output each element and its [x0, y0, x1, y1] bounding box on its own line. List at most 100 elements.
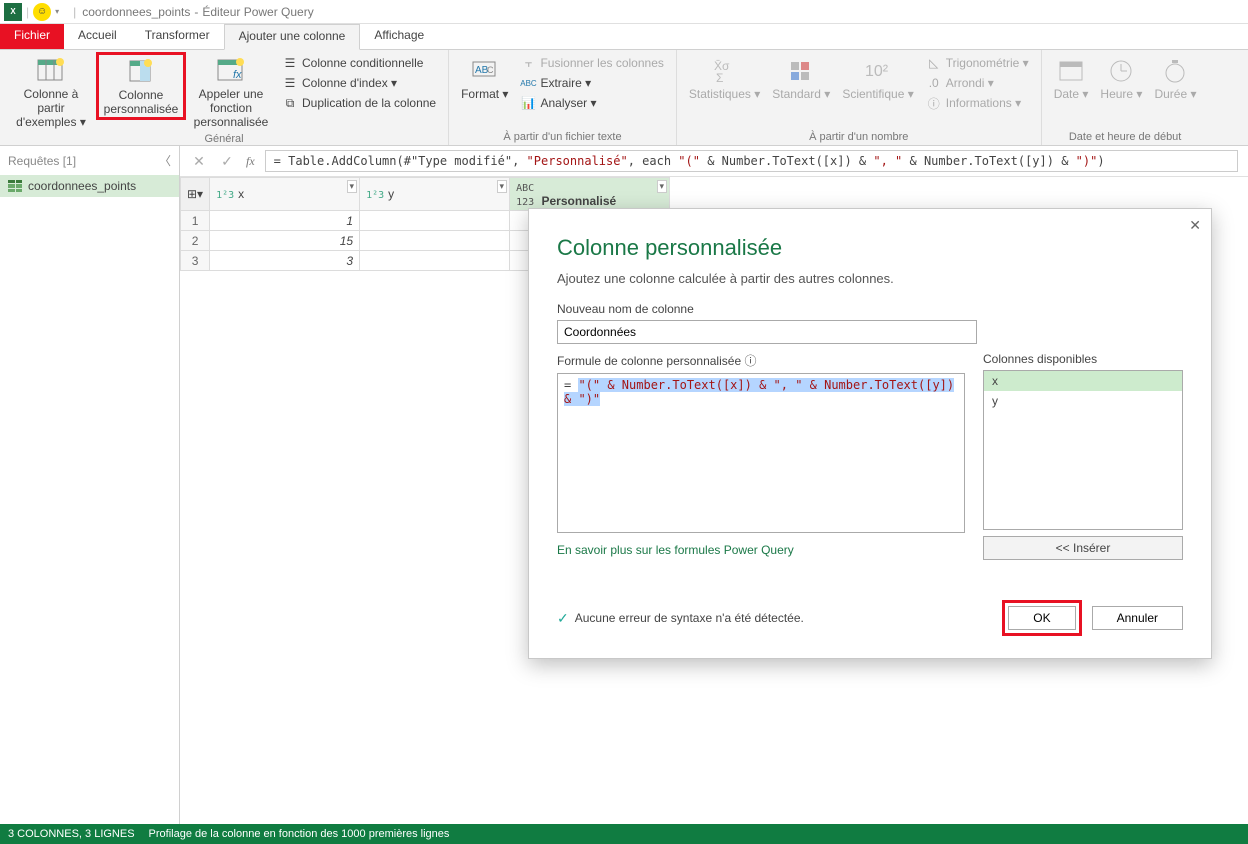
ok-button[interactable]: OK — [1008, 606, 1075, 630]
col-header-x[interactable]: 1²3x▾ — [210, 178, 360, 211]
conditional-column-button[interactable]: ☰ Colonne conditionnelle — [280, 54, 438, 72]
custom-column-button[interactable]: Colonne personnalisée — [96, 52, 186, 120]
ribbon-group-general: Colonne à partir d'exemples ▾ Colonne pe… — [0, 50, 449, 145]
learn-more-link[interactable]: En savoir plus sur les formules Power Qu… — [557, 543, 965, 557]
invoke-function-button[interactable]: fx Appeler une fonction personnalisée — [186, 52, 276, 131]
group-number-label: À partir d'un nombre — [809, 129, 908, 145]
qat-dropdown-icon[interactable]: ▾ — [55, 7, 67, 16]
round-button[interactable]: .0 Arrondi ▾ — [924, 74, 1031, 92]
dropdown-icon[interactable]: ▾ — [497, 180, 508, 193]
formula-str4: ")" — [1076, 154, 1098, 168]
tab-home[interactable]: Accueil — [64, 24, 131, 49]
invoke-function-label: Appeler une fonction personnalisée — [192, 88, 270, 129]
custom-column-label: Colonne personnalisée — [103, 89, 179, 117]
formula-textarea[interactable]: = "(" & Number.ToText([x]) & ", " & Numb… — [557, 373, 965, 533]
fx-icon[interactable]: fx — [246, 154, 255, 169]
excel-icon: X — [4, 3, 22, 21]
time-label: Heure ▾ — [1100, 88, 1142, 102]
smiley-icon[interactable]: ☺ — [33, 3, 51, 21]
table-examples-icon — [35, 54, 67, 86]
query-item-coordonnees[interactable]: coordonnees_points — [0, 175, 179, 197]
table-icon — [8, 180, 22, 192]
trig-button[interactable]: ◺ Trigonométrie ▾ — [924, 54, 1031, 72]
formula-body: "(" & Number.ToText([x]) & ", " & Number… — [564, 378, 954, 406]
col-y-label: y — [388, 187, 394, 201]
index-column-button[interactable]: ☰ Colonne d'index ▾ — [280, 74, 438, 92]
extract-button[interactable]: ABC Extraire ▾ — [518, 74, 665, 92]
analyze-label: Analyser ▾ — [540, 96, 596, 110]
date-button[interactable]: Date ▾ — [1048, 52, 1095, 104]
time-button[interactable]: Heure ▾ — [1094, 52, 1148, 104]
dropdown-icon[interactable]: ▾ — [657, 180, 668, 193]
trig-icon: ◺ — [926, 55, 942, 71]
merge-label: Fusionner les colonnes — [540, 56, 663, 70]
scientific-label: Scientifique ▾ — [842, 88, 913, 102]
dialog-title: Colonne personnalisée — [557, 235, 1183, 261]
tab-transform[interactable]: Transformer — [131, 24, 224, 49]
grid-corner[interactable]: ⊞▾ — [181, 178, 210, 211]
column-name-input[interactable] — [557, 320, 977, 344]
type-int-icon: 1²3 — [216, 190, 234, 201]
round-label: Arrondi ▾ — [946, 76, 994, 90]
formula-mid: , each — [628, 154, 679, 168]
cell-y — [360, 251, 510, 271]
merge-icon: ⫟ — [520, 55, 536, 71]
available-columns-label: Colonnes disponibles — [983, 352, 1183, 366]
stats-button[interactable]: X̄σΣ Statistiques ▾ — [683, 52, 766, 104]
available-columns-list[interactable]: x y — [983, 370, 1183, 530]
scientific-button[interactable]: 10² Scientifique ▾ — [836, 52, 919, 104]
merge-columns-button[interactable]: ⫟ Fusionner les colonnes — [518, 54, 665, 72]
collapse-icon[interactable]: 〈 — [159, 152, 171, 169]
cell-x: 15 — [210, 231, 360, 251]
date-label: Date ▾ — [1054, 88, 1089, 102]
calendar-icon — [1055, 54, 1087, 86]
custom-column-dialog: ✕ Colonne personnalisée Ajoutez une colo… — [528, 208, 1212, 659]
group-datetime-label: Date et heure de début — [1069, 129, 1182, 145]
svg-text:C: C — [487, 65, 494, 75]
invoke-function-icon: fx — [215, 54, 247, 86]
scientific-icon: 10² — [862, 54, 894, 86]
duration-button[interactable]: Durée ▾ — [1148, 52, 1202, 104]
list-item[interactable]: y — [984, 391, 1182, 411]
tab-add-column[interactable]: Ajouter une colonne — [224, 24, 361, 50]
dialog-subtitle: Ajoutez une colonne calculée à partir de… — [557, 271, 1183, 286]
stopwatch-icon — [1159, 54, 1191, 86]
title-dash: - — [194, 5, 198, 19]
tab-view[interactable]: Affichage — [360, 24, 438, 49]
tab-file[interactable]: Fichier — [0, 24, 64, 49]
analyze-button[interactable]: 📊 Analyser ▾ — [518, 94, 665, 112]
duplicate-icon: ⧉ — [282, 95, 298, 111]
col-header-y[interactable]: 1²3y▾ — [360, 178, 510, 211]
standard-button[interactable]: Standard ▾ — [766, 52, 836, 104]
cancel-button[interactable]: Annuler — [1092, 606, 1183, 630]
formula-p2: & Number.ToText([y]) & — [902, 154, 1075, 168]
insert-button[interactable]: << Insérer — [983, 536, 1183, 560]
extract-label: Extraire ▾ — [540, 76, 591, 90]
duplicate-column-button[interactable]: ⧉ Duplication de la colonne — [280, 94, 438, 112]
file-name: coordonnees_points — [82, 5, 190, 19]
col-p-label: Personnalisé — [541, 194, 616, 208]
info-button[interactable]: ⓘ Informations ▾ — [924, 94, 1031, 112]
col-header-custom[interactable]: ABC123 Personnalisé▾ — [510, 178, 670, 211]
formula-input[interactable]: = Table.AddColumn(#"Type modifié", "Pers… — [265, 150, 1238, 172]
status-columns: 3 COLONNES, 3 LIGNES — [8, 828, 135, 840]
conditional-icon: ☰ — [282, 55, 298, 71]
column-from-examples-button[interactable]: Colonne à partir d'exemples ▾ — [6, 52, 96, 131]
duration-label: Durée ▾ — [1154, 88, 1196, 102]
standard-label: Standard ▾ — [772, 88, 830, 102]
ribbon-group-datetime: Date ▾ Heure ▾ Durée ▾ Date et heure de … — [1042, 50, 1209, 145]
ribbon-group-number: X̄σΣ Statistiques ▾ Standard ▾ 10² Scien… — [677, 50, 1042, 145]
formula-eq: = — [564, 378, 578, 392]
close-icon[interactable]: ✕ — [1189, 217, 1201, 234]
index-icon: ☰ — [282, 75, 298, 91]
list-item[interactable]: x — [984, 371, 1182, 391]
dropdown-icon[interactable]: ▾ — [347, 180, 358, 193]
group-text-label: À partir d'un fichier texte — [503, 129, 621, 145]
cell-x: 3 — [210, 251, 360, 271]
cancel-formula-icon[interactable]: ✕ — [190, 153, 208, 170]
info-icon: ⓘ — [926, 95, 942, 111]
cell-x: 1 — [210, 211, 360, 231]
analyze-icon: 📊 — [520, 95, 536, 111]
accept-formula-icon[interactable]: ✓ — [218, 153, 236, 170]
format-button[interactable]: ABC Format ▾ — [455, 52, 514, 104]
